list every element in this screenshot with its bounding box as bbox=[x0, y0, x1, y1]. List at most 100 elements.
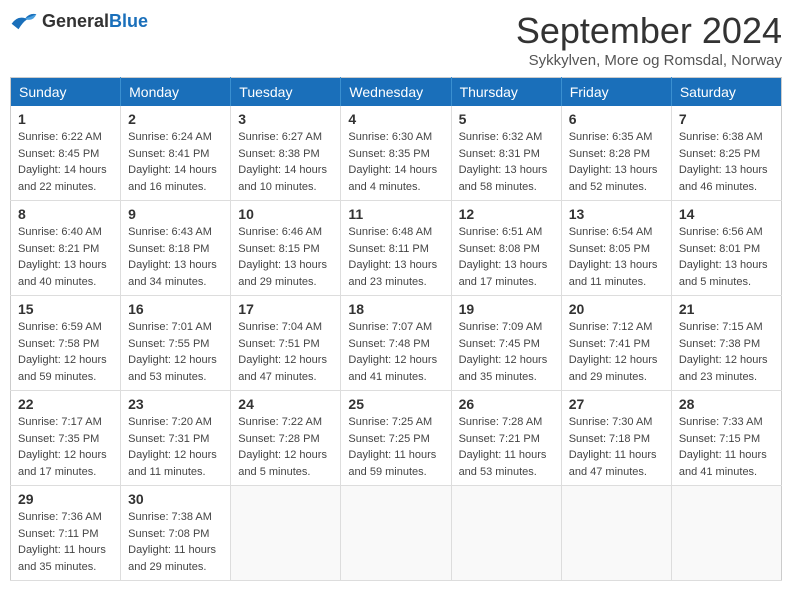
day-info: Sunrise: 6:43 AMSunset: 8:18 PMDaylight:… bbox=[128, 224, 223, 290]
day-number: 27 bbox=[569, 396, 664, 412]
day-cell: 29 Sunrise: 7:36 AMSunset: 7:11 PMDayligh… bbox=[11, 486, 121, 581]
day-info: Sunrise: 6:48 AMSunset: 8:11 PMDaylight:… bbox=[348, 224, 443, 290]
day-cell: 17 Sunrise: 7:04 AMSunset: 7:51 PMDayligh… bbox=[231, 296, 341, 391]
day-number: 22 bbox=[18, 396, 113, 412]
day-number: 12 bbox=[459, 206, 554, 222]
day-info: Sunrise: 7:07 AMSunset: 7:48 PMDaylight:… bbox=[348, 319, 443, 385]
day-number: 5 bbox=[459, 111, 554, 127]
week-row-5: 29 Sunrise: 7:36 AMSunset: 7:11 PMDayligh… bbox=[11, 486, 782, 581]
day-number: 8 bbox=[18, 206, 113, 222]
day-info: Sunrise: 6:24 AMSunset: 8:41 PMDaylight:… bbox=[128, 129, 223, 195]
day-cell bbox=[451, 486, 561, 581]
day-number: 25 bbox=[348, 396, 443, 412]
day-number: 19 bbox=[459, 301, 554, 317]
day-number: 1 bbox=[18, 111, 113, 127]
day-cell: 21 Sunrise: 7:15 AMSunset: 7:38 PMDayligh… bbox=[671, 296, 781, 391]
day-cell: 26 Sunrise: 7:28 AMSunset: 7:21 PMDayligh… bbox=[451, 391, 561, 486]
day-number: 6 bbox=[569, 111, 664, 127]
header-monday: Monday bbox=[121, 78, 231, 107]
day-info: Sunrise: 7:09 AMSunset: 7:45 PMDaylight:… bbox=[459, 319, 554, 385]
day-number: 9 bbox=[128, 206, 223, 222]
day-number: 18 bbox=[348, 301, 443, 317]
day-info: Sunrise: 6:46 AMSunset: 8:15 PMDaylight:… bbox=[238, 224, 333, 290]
day-cell: 22 Sunrise: 7:17 AMSunset: 7:35 PMDayligh… bbox=[11, 391, 121, 486]
day-number: 16 bbox=[128, 301, 223, 317]
days-header-row: SundayMondayTuesdayWednesdayThursdayFrid… bbox=[11, 78, 782, 107]
day-info: Sunrise: 7:33 AMSunset: 7:15 PMDaylight:… bbox=[679, 414, 774, 480]
calendar-table: SundayMondayTuesdayWednesdayThursdayFrid… bbox=[10, 77, 782, 581]
day-info: Sunrise: 7:28 AMSunset: 7:21 PMDaylight:… bbox=[459, 414, 554, 480]
day-info: Sunrise: 7:20 AMSunset: 7:31 PMDaylight:… bbox=[128, 414, 223, 480]
day-number: 15 bbox=[18, 301, 113, 317]
day-cell: 18 Sunrise: 7:07 AMSunset: 7:48 PMDayligh… bbox=[341, 296, 451, 391]
day-cell: 16 Sunrise: 7:01 AMSunset: 7:55 PMDayligh… bbox=[121, 296, 231, 391]
day-info: Sunrise: 7:25 AMSunset: 7:25 PMDaylight:… bbox=[348, 414, 443, 480]
day-number: 28 bbox=[679, 396, 774, 412]
day-cell: 10Sunrise: 6:46 AMSunset: 8:15 PMDayligh… bbox=[231, 201, 341, 296]
logo: GeneralBlue bbox=[10, 10, 148, 32]
day-number: 17 bbox=[238, 301, 333, 317]
day-info: Sunrise: 7:36 AMSunset: 7:11 PMDaylight:… bbox=[18, 509, 113, 575]
day-info: Sunrise: 6:59 AMSunset: 7:58 PMDaylight:… bbox=[18, 319, 113, 385]
day-number: 26 bbox=[459, 396, 554, 412]
day-info: Sunrise: 7:04 AMSunset: 7:51 PMDaylight:… bbox=[238, 319, 333, 385]
day-cell: 7Sunrise: 6:38 AMSunset: 8:25 PMDaylight… bbox=[671, 106, 781, 201]
logo-icon bbox=[10, 10, 38, 32]
day-cell: 23 Sunrise: 7:20 AMSunset: 7:31 PMDayligh… bbox=[121, 391, 231, 486]
day-number: 20 bbox=[569, 301, 664, 317]
header-saturday: Saturday bbox=[671, 78, 781, 107]
day-info: Sunrise: 6:56 AMSunset: 8:01 PMDaylight:… bbox=[679, 224, 774, 290]
day-info: Sunrise: 6:35 AMSunset: 8:28 PMDaylight:… bbox=[569, 129, 664, 195]
day-cell: 24Sunrise: 7:22 AMSunset: 7:28 PMDayligh… bbox=[231, 391, 341, 486]
day-info: Sunrise: 6:27 AMSunset: 8:38 PMDaylight:… bbox=[238, 129, 333, 195]
day-cell: 9 Sunrise: 6:43 AMSunset: 8:18 PMDaylight… bbox=[121, 201, 231, 296]
day-cell: 1 Sunrise: 6:22 AMSunset: 8:45 PMDaylight… bbox=[11, 106, 121, 201]
day-cell: 15 Sunrise: 6:59 AMSunset: 7:58 PMDayligh… bbox=[11, 296, 121, 391]
day-info: Sunrise: 6:30 AMSunset: 8:35 PMDaylight:… bbox=[348, 129, 443, 195]
header-thursday: Thursday bbox=[451, 78, 561, 107]
week-row-1: 1 Sunrise: 6:22 AMSunset: 8:45 PMDaylight… bbox=[11, 106, 782, 201]
day-info: Sunrise: 7:17 AMSunset: 7:35 PMDaylight:… bbox=[18, 414, 113, 480]
day-info: Sunrise: 7:22 AMSunset: 7:28 PMDaylight:… bbox=[238, 414, 333, 480]
day-cell: 8Sunrise: 6:40 AMSunset: 8:21 PMDaylight… bbox=[11, 201, 121, 296]
day-number: 4 bbox=[348, 111, 443, 127]
day-number: 30 bbox=[128, 491, 223, 507]
day-info: Sunrise: 6:22 AMSunset: 8:45 PMDaylight:… bbox=[18, 129, 113, 195]
logo-general: General bbox=[42, 11, 109, 31]
day-number: 3 bbox=[238, 111, 333, 127]
day-info: Sunrise: 6:51 AMSunset: 8:08 PMDaylight:… bbox=[459, 224, 554, 290]
day-number: 23 bbox=[128, 396, 223, 412]
day-number: 21 bbox=[679, 301, 774, 317]
day-cell: 20 Sunrise: 7:12 AMSunset: 7:41 PMDayligh… bbox=[561, 296, 671, 391]
day-cell: 11Sunrise: 6:48 AMSunset: 8:11 PMDayligh… bbox=[341, 201, 451, 296]
day-info: Sunrise: 7:30 AMSunset: 7:18 PMDaylight:… bbox=[569, 414, 664, 480]
day-cell: 25 Sunrise: 7:25 AMSunset: 7:25 PMDayligh… bbox=[341, 391, 451, 486]
day-info: Sunrise: 7:15 AMSunset: 7:38 PMDaylight:… bbox=[679, 319, 774, 385]
header: GeneralBlue September 2024 Sykkylven, Mo… bbox=[10, 10, 782, 69]
header-sunday: Sunday bbox=[11, 78, 121, 107]
header-friday: Friday bbox=[561, 78, 671, 107]
week-row-2: 8Sunrise: 6:40 AMSunset: 8:21 PMDaylight… bbox=[11, 201, 782, 296]
day-cell: 2Sunrise: 6:24 AMSunset: 8:41 PMDaylight… bbox=[121, 106, 231, 201]
header-wednesday: Wednesday bbox=[341, 78, 451, 107]
day-number: 14 bbox=[679, 206, 774, 222]
day-cell: 13 Sunrise: 6:54 AMSunset: 8:05 PMDayligh… bbox=[561, 201, 671, 296]
day-cell: 14 Sunrise: 6:56 AMSunset: 8:01 PMDayligh… bbox=[671, 201, 781, 296]
day-info: Sunrise: 6:32 AMSunset: 8:31 PMDaylight:… bbox=[459, 129, 554, 195]
day-number: 13 bbox=[569, 206, 664, 222]
day-cell: 28 Sunrise: 7:33 AMSunset: 7:15 PMDayligh… bbox=[671, 391, 781, 486]
day-cell: 27 Sunrise: 7:30 AMSunset: 7:18 PMDayligh… bbox=[561, 391, 671, 486]
week-row-3: 15 Sunrise: 6:59 AMSunset: 7:58 PMDayligh… bbox=[11, 296, 782, 391]
day-number: 29 bbox=[18, 491, 113, 507]
day-cell: 30 Sunrise: 7:38 AMSunset: 7:08 PMDayligh… bbox=[121, 486, 231, 581]
day-info: Sunrise: 6:38 AMSunset: 8:25 PMDaylight:… bbox=[679, 129, 774, 195]
day-cell: 4 Sunrise: 6:30 AMSunset: 8:35 PMDaylight… bbox=[341, 106, 451, 201]
day-cell: 3 Sunrise: 6:27 AMSunset: 8:38 PMDaylight… bbox=[231, 106, 341, 201]
day-cell bbox=[561, 486, 671, 581]
day-info: Sunrise: 7:01 AMSunset: 7:55 PMDaylight:… bbox=[128, 319, 223, 385]
day-info: Sunrise: 7:38 AMSunset: 7:08 PMDaylight:… bbox=[128, 509, 223, 575]
logo-blue: Blue bbox=[109, 11, 148, 31]
day-cell: 19 Sunrise: 7:09 AMSunset: 7:45 PMDayligh… bbox=[451, 296, 561, 391]
day-info: Sunrise: 7:12 AMSunset: 7:41 PMDaylight:… bbox=[569, 319, 664, 385]
day-info: Sunrise: 6:54 AMSunset: 8:05 PMDaylight:… bbox=[569, 224, 664, 290]
